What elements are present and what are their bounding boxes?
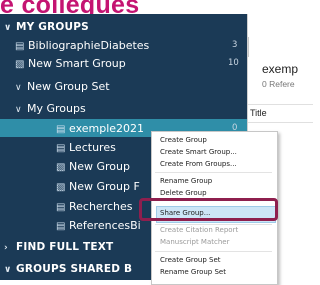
folder-icon: ▧ <box>56 162 66 173</box>
menu-item-create-smart-group[interactable]: Create Smart Group... <box>160 148 237 156</box>
sidebar-item-bibliographiediabetes[interactable]: ▤ BibliographieDiabetes <box>15 37 149 54</box>
sidebar-item-new-group-f[interactable]: ▧ New Group F <box>56 178 140 195</box>
chevron-down-icon: ∨ <box>15 105 22 115</box>
sidebar-item-referencesbi[interactable]: ▤ ReferencesBi <box>56 217 141 234</box>
sidebar-item-label: New Group Set <box>27 80 110 93</box>
chevron-down-icon: ∨ <box>15 83 22 93</box>
sidebar-item-label: New Group F <box>69 180 140 193</box>
smart-group-icon: ▧ <box>56 182 66 193</box>
section-my-groups-label: MY GROUPS <box>16 21 89 33</box>
sidebar-item-label: ReferencesBi <box>69 219 141 232</box>
folder-icon: ▤ <box>56 124 66 135</box>
section-my-groups[interactable]: ∨ MY GROUPS <box>4 19 89 36</box>
sidebar-item-my-groups[interactable]: ∨ My Groups <box>15 100 86 117</box>
menu-item-manuscript-matcher[interactable]: Manuscript Matcher <box>160 238 229 246</box>
sidebar-item-label: New Group <box>69 160 130 173</box>
menu-item-rename-group[interactable]: Rename Group <box>160 177 212 185</box>
sidebar-item-label: My Groups <box>27 102 86 115</box>
sidebar-item-label: New Smart Group <box>28 57 126 70</box>
share-group-callout <box>139 198 278 221</box>
menu-item-create-citation-report[interactable]: Create Citation Report <box>160 226 238 234</box>
menu-item-create-from-groups[interactable]: Create From Groups... <box>160 160 237 168</box>
folder-icon: ▤ <box>56 221 66 232</box>
reference-count: 0 Refere <box>262 79 295 89</box>
sidebar-item-new-smart-group[interactable]: ▧ New Smart Group <box>15 55 126 72</box>
section-find-full-text-label: FIND FULL TEXT <box>16 241 114 253</box>
section-find-full-text[interactable]: › FIND FULL TEXT <box>4 239 113 256</box>
sidebar-item-label: Recherches <box>69 200 133 213</box>
section-groups-shared-label: GROUPS SHARED B <box>16 263 133 275</box>
item-count: 10 <box>228 58 239 68</box>
divider <box>248 122 313 123</box>
menu-item-rename-group-set[interactable]: Rename Group Set <box>160 268 226 276</box>
menu-separator <box>155 172 272 173</box>
sidebar-item-exemple2021[interactable]: ▤ exemple2021 <box>56 120 144 137</box>
smart-group-icon: ▧ <box>15 59 25 70</box>
divider <box>248 104 313 105</box>
item-count: 3 <box>232 40 238 50</box>
sidebar-item-lectures[interactable]: ▤ Lectures <box>56 139 116 156</box>
menu-separator <box>155 224 272 225</box>
panel-divider-tick <box>248 37 249 57</box>
menu-separator <box>155 251 272 252</box>
sidebar-item-label: exemple2021 <box>69 122 145 135</box>
menu-item-create-group[interactable]: Create Group <box>160 136 207 144</box>
section-groups-shared[interactable]: ∨ GROUPS SHARED B <box>4 261 132 278</box>
chevron-right-icon: › <box>4 243 8 253</box>
menu-item-delete-group[interactable]: Delete Group <box>160 189 207 197</box>
folder-icon: ▤ <box>56 143 66 154</box>
sidebar-item-label: BibliographieDiabetes <box>28 39 150 52</box>
folder-icon: ▤ <box>56 202 66 213</box>
sidebar-item-new-group-set[interactable]: ∨ New Group Set <box>15 78 110 95</box>
column-header-title[interactable]: Title <box>250 108 267 118</box>
chevron-down-icon: ∨ <box>4 23 12 33</box>
sidebar-item-recherches[interactable]: ▤ Recherches <box>56 198 133 215</box>
menu-item-create-group-set[interactable]: Create Group Set <box>160 256 221 264</box>
sidebar-item-label: Lectures <box>69 141 116 154</box>
folder-icon: ▤ <box>15 41 25 52</box>
sidebar-item-new-group[interactable]: ▧ New Group <box>56 158 130 175</box>
group-title: exemp <box>262 62 299 76</box>
chevron-down-icon: ∨ <box>4 265 12 275</box>
